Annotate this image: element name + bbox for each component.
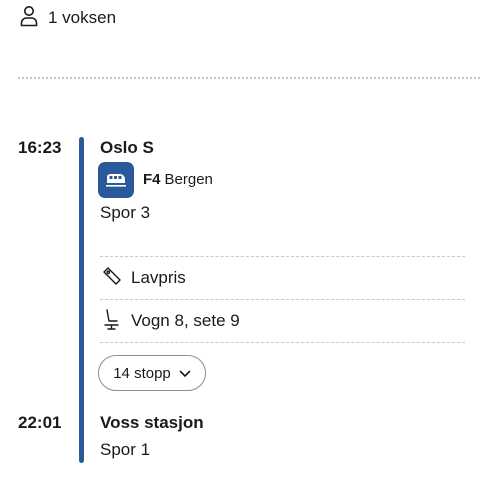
person-icon	[20, 5, 38, 32]
row-divider	[100, 299, 465, 300]
train-icon	[98, 162, 134, 198]
departure-track: Spor 3	[100, 203, 151, 222]
seat-row: Vogn 8, sete 9	[102, 308, 240, 334]
departure-station: Oslo S	[100, 138, 154, 157]
departure-time: 16:23	[18, 138, 62, 157]
chevron-down-icon	[179, 365, 191, 382]
passenger-label: 1 voksen	[48, 8, 117, 27]
ticket-type-row: Lavpris	[102, 265, 186, 291]
arrival-track: Spor 1	[100, 440, 151, 459]
train-line-code: F4	[143, 171, 161, 188]
section-divider	[18, 77, 480, 79]
passenger-count: 1 voksen	[20, 5, 116, 31]
show-stops-button[interactable]: 14 stopp	[98, 355, 206, 391]
arrival-time: 22:01	[18, 413, 62, 432]
row-divider	[100, 256, 465, 257]
stops-button-label: 14 stopp	[113, 364, 171, 382]
arrival-station: Voss stasjon	[100, 413, 204, 432]
seat-icon	[102, 308, 122, 335]
ticket-icon	[102, 266, 122, 291]
journey-timeline	[79, 137, 84, 463]
row-divider	[100, 342, 465, 343]
ticket-type-label: Lavpris	[131, 268, 186, 287]
train-destination: Bergen	[164, 171, 213, 188]
train-route: F4 Bergen	[143, 171, 213, 188]
seat-label: Vogn 8, sete 9	[131, 311, 240, 330]
